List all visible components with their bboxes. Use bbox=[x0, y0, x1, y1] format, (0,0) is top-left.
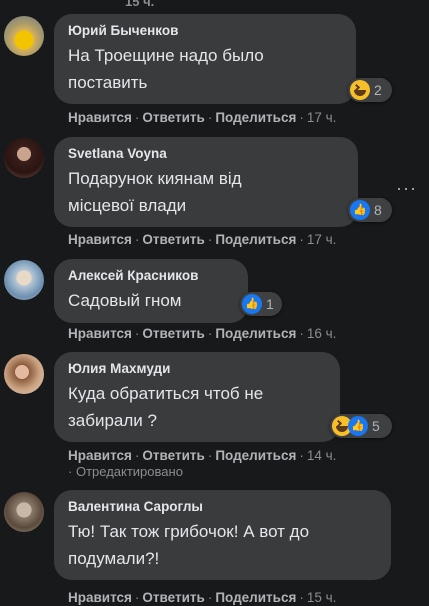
comment-author[interactable]: Валентина Сароглы bbox=[68, 498, 377, 515]
comment-time[interactable]: 15 ч. bbox=[307, 590, 337, 605]
share-action[interactable]: Поделиться bbox=[215, 232, 296, 247]
reaction-count: 8 bbox=[374, 202, 382, 218]
share-action[interactable]: Поделиться bbox=[215, 448, 296, 463]
more-options-icon[interactable]: ··· bbox=[396, 178, 417, 199]
like-icon bbox=[348, 416, 368, 436]
reply-action[interactable]: Ответить bbox=[142, 448, 204, 463]
comment-text: Куда обратиться чтоб не забирали ? bbox=[68, 384, 264, 430]
like-icon bbox=[350, 200, 370, 220]
comment-bubble: Юлия Махмуди Куда обратиться чтоб не заб… bbox=[54, 352, 340, 442]
reaction-summary[interactable]: 8 bbox=[348, 198, 392, 222]
reaction-count: 1 bbox=[266, 296, 274, 312]
comment-time[interactable]: 17 ч. bbox=[307, 110, 337, 125]
comment-text: Тю! Так тож грибочок! А вот до подумали?… bbox=[68, 522, 310, 568]
haha-icon bbox=[350, 80, 370, 100]
comment-bubble: Юрий Быченков На Троещине надо было пост… bbox=[54, 14, 356, 104]
like-action[interactable]: Нравится bbox=[68, 590, 132, 605]
share-action[interactable]: Поделиться bbox=[215, 110, 296, 125]
reply-action[interactable]: Ответить bbox=[142, 110, 204, 125]
comment-text: На Троещине надо было поставить bbox=[68, 46, 264, 92]
avatar[interactable] bbox=[4, 138, 44, 178]
comment-author[interactable]: Юрий Быченков bbox=[68, 22, 342, 39]
comment-author[interactable]: Юлия Махмуди bbox=[68, 360, 326, 377]
comment-bubble: Алексей Красников Садовый гном bbox=[54, 259, 248, 323]
comment-text: Садовый гном bbox=[68, 291, 182, 310]
avatar[interactable] bbox=[4, 354, 44, 394]
reply-action[interactable]: Ответить bbox=[142, 326, 204, 341]
like-action[interactable]: Нравится bbox=[68, 448, 132, 463]
reply-action[interactable]: Ответить bbox=[142, 232, 204, 247]
avatar[interactable] bbox=[4, 16, 44, 56]
comment-time[interactable]: 16 ч. bbox=[307, 326, 337, 341]
comment-author[interactable]: Svetlana Voyna bbox=[68, 145, 344, 162]
avatar[interactable] bbox=[4, 260, 44, 300]
comment-actions: Нравится · Ответить · Поделиться · 15 ч. bbox=[68, 590, 337, 605]
like-icon bbox=[242, 294, 262, 314]
reply-action[interactable]: Ответить bbox=[142, 590, 204, 605]
comment-actions: Нравится · Ответить · Поделиться · 17 ч. bbox=[68, 232, 337, 247]
comment-actions: Нравится · Ответить · Поделиться · 16 ч. bbox=[68, 326, 337, 341]
like-action[interactable]: Нравится bbox=[68, 326, 132, 341]
reaction-count: 2 bbox=[374, 82, 382, 98]
reaction-summary[interactable]: 5 bbox=[330, 414, 392, 438]
reaction-summary[interactable]: 1 bbox=[240, 292, 282, 316]
reaction-count: 5 bbox=[372, 418, 380, 434]
share-action[interactable]: Поделиться bbox=[215, 326, 296, 341]
comment-bubble: Валентина Сароглы Тю! Так тож грибочок! … bbox=[54, 490, 391, 580]
edited-label: · Отредактировано bbox=[68, 464, 183, 479]
like-action[interactable]: Нравится bbox=[68, 110, 132, 125]
like-action[interactable]: Нравится bbox=[68, 232, 132, 247]
comment-bubble: Svetlana Voyna Подарунок киянам від місц… bbox=[54, 137, 358, 227]
edited-text: Отредактировано bbox=[75, 464, 183, 479]
reaction-summary[interactable]: 2 bbox=[348, 78, 392, 102]
comment-actions: Нравится · Ответить · Поделиться · 14 ч. bbox=[68, 448, 337, 463]
comment-actions: Нравится · Ответить · Поделиться · 17 ч. bbox=[68, 110, 337, 125]
avatar[interactable] bbox=[4, 492, 44, 532]
top-time-fragment: 15 ч. bbox=[125, 0, 155, 9]
comment-time[interactable]: 17 ч. bbox=[307, 232, 337, 247]
comment-author[interactable]: Алексей Красников bbox=[68, 267, 234, 284]
share-action[interactable]: Поделиться bbox=[215, 590, 296, 605]
comment-time[interactable]: 14 ч. bbox=[307, 448, 337, 463]
comment-text: Подарунок киянам від місцевої влади bbox=[68, 169, 242, 215]
